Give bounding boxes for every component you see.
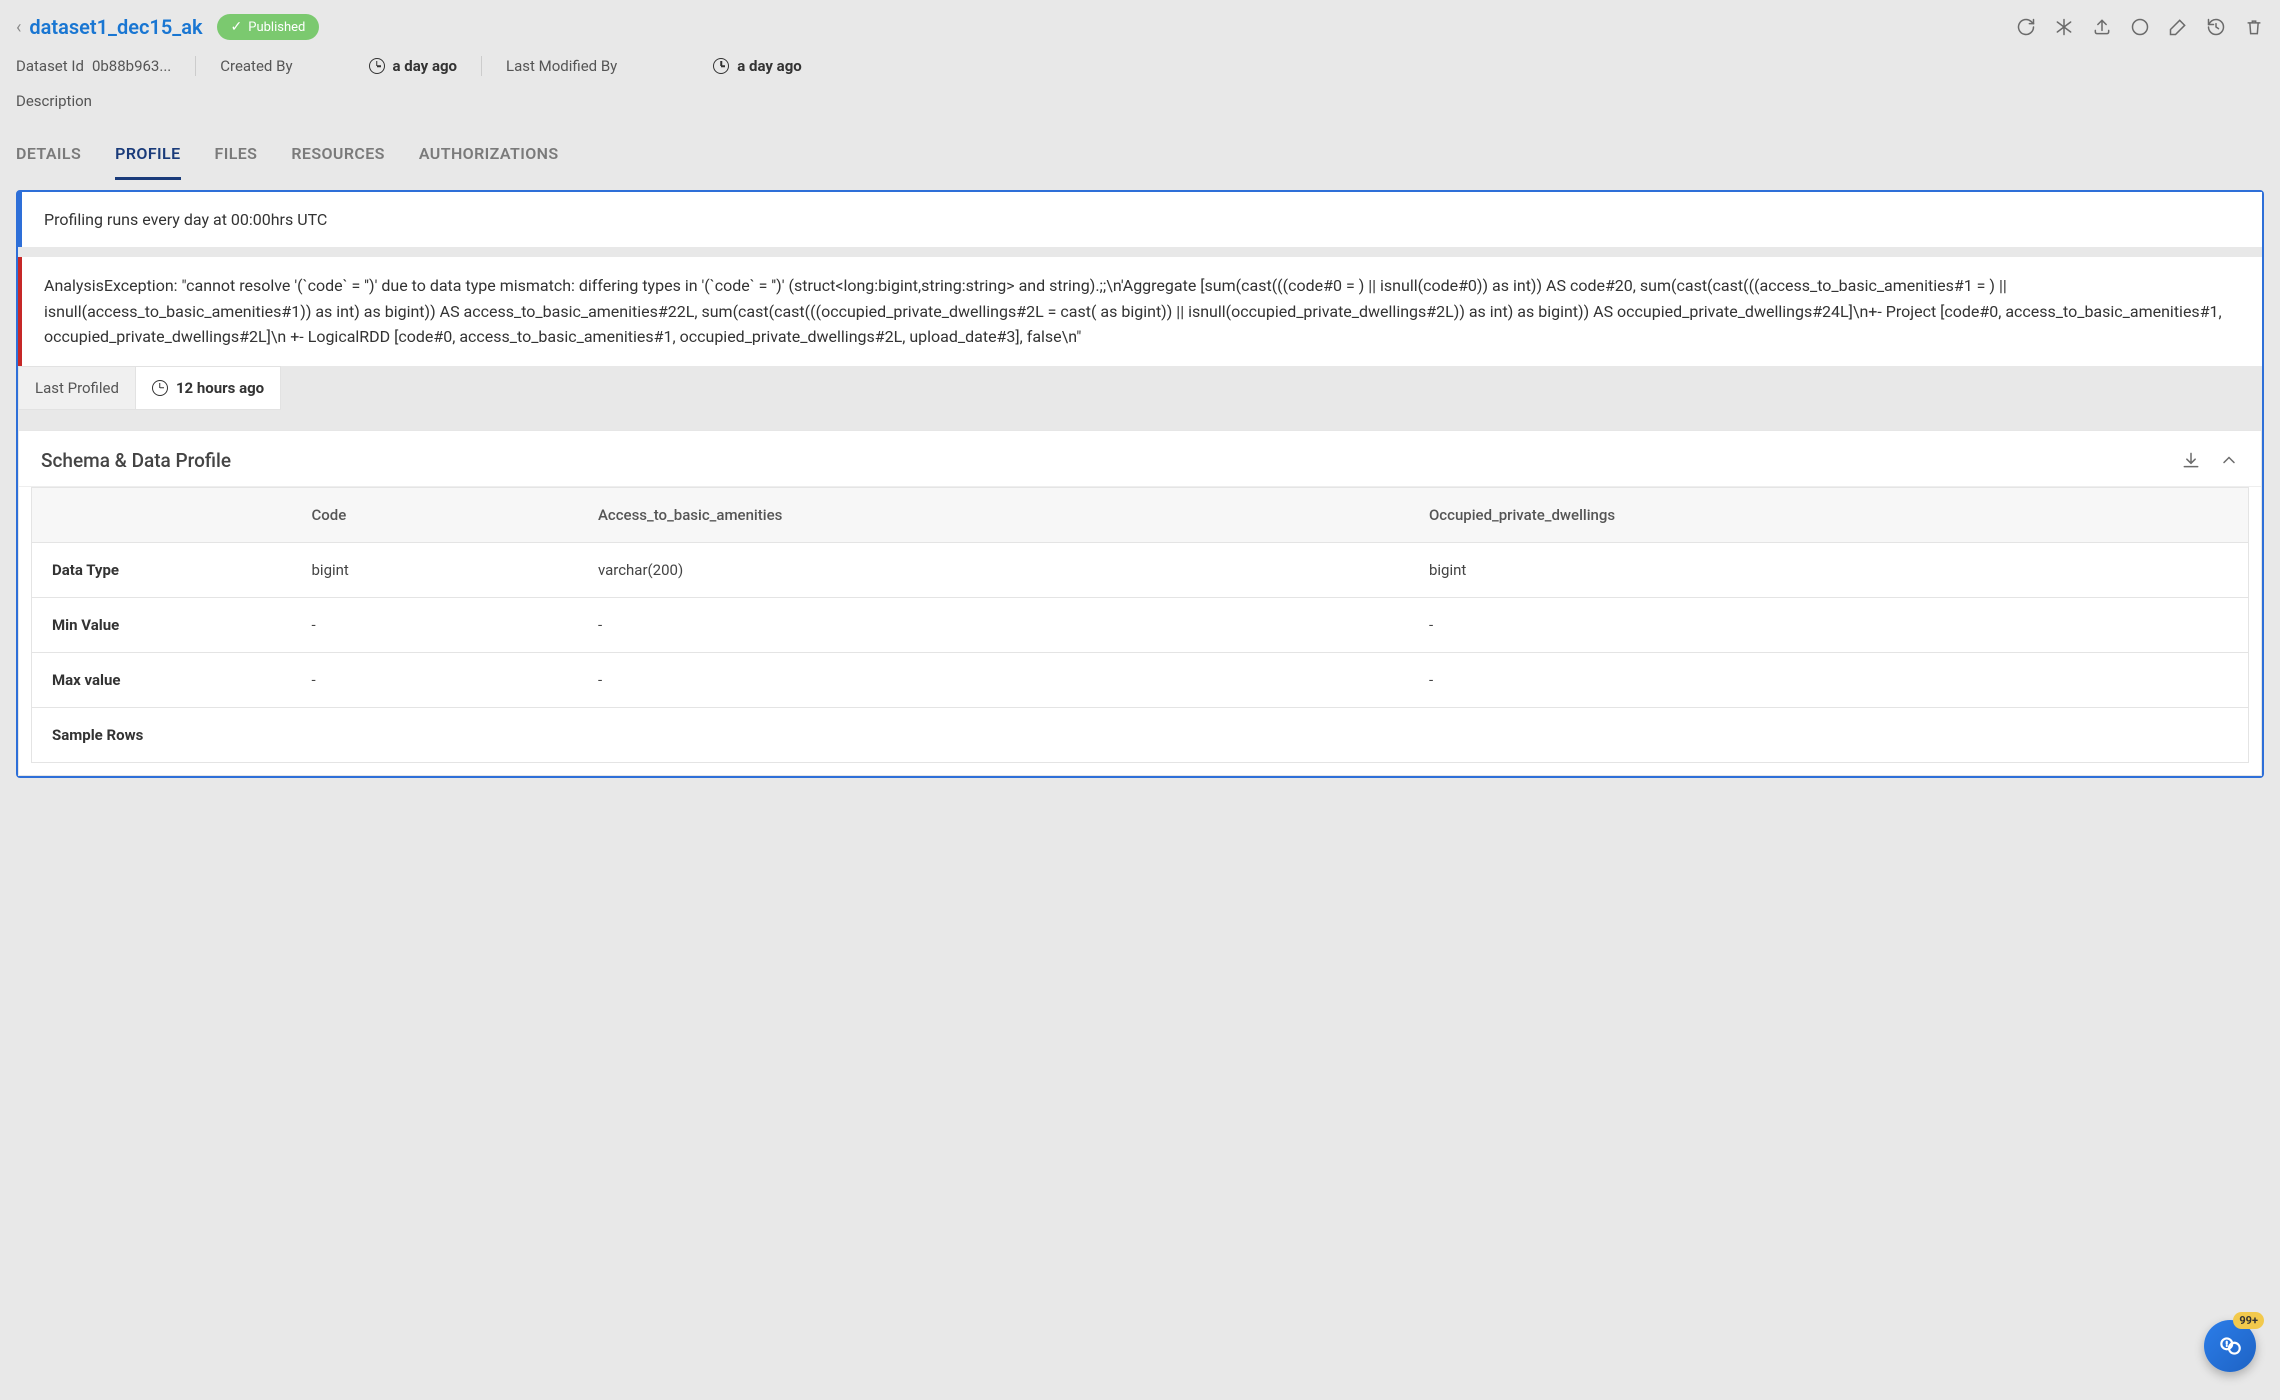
meta-divider (481, 56, 482, 76)
profiling-error-message: AnalysisException: "cannot resolve '(`co… (18, 257, 2262, 366)
last-modified-by-label: Last Modified By (506, 57, 617, 75)
profiling-schedule-notice: Profiling runs every day at 00:00hrs UTC (18, 192, 2262, 247)
table-row: Min Value - - - (32, 597, 2249, 652)
last-profiled-label: Last Profiled (18, 366, 136, 410)
table-row: Max value - - - (32, 652, 2249, 707)
cell: - (292, 652, 578, 707)
last-profiled-ago: 12 hours ago (176, 379, 264, 397)
dataset-id-field: Dataset Id 0b88b963... (16, 57, 171, 75)
history-icon[interactable] (2206, 17, 2226, 37)
cell: - (1409, 597, 2249, 652)
circle-icon[interactable] (2130, 17, 2150, 37)
table-row: Data Type bigint varchar(200) bigint (32, 542, 2249, 597)
created-by-label: Created By (220, 57, 292, 75)
delete-icon[interactable] (2244, 17, 2264, 37)
description-label: Description (16, 92, 92, 110)
edit-icon[interactable] (2168, 17, 2188, 37)
created-by-field: Created By a day ago (220, 57, 457, 75)
clock-icon (152, 380, 168, 396)
cell: varchar(200) (578, 542, 1409, 597)
last-modified-by-field: Last Modified By a day ago (506, 57, 802, 75)
table-header-row: Code Access_to_basic_amenities Occupied_… (32, 487, 2249, 542)
cell (1409, 707, 2249, 762)
table-header-occupied: Occupied_private_dwellings (1409, 487, 2249, 542)
cell: - (578, 597, 1409, 652)
created-ago: a day ago (393, 57, 457, 75)
refresh-icon[interactable] (2016, 17, 2036, 37)
published-badge: ✓ Published (217, 14, 320, 40)
help-button[interactable]: 99+ (2204, 1320, 2256, 1372)
clock-icon (369, 58, 385, 74)
download-icon[interactable] (2181, 450, 2201, 470)
schema-title: Schema & Data Profile (41, 449, 231, 472)
collapse-icon[interactable] (2219, 450, 2239, 470)
table-header-code: Code (292, 487, 578, 542)
table-row: Sample Rows (32, 707, 2249, 762)
profile-panel: Profiling runs every day at 00:00hrs UTC… (16, 190, 2264, 778)
row-label: Max value (32, 652, 292, 707)
cell: - (292, 597, 578, 652)
row-label: Min Value (32, 597, 292, 652)
meta-divider (195, 56, 196, 76)
dataset-title[interactable]: dataset1_dec15_ak (29, 15, 202, 39)
schema-table: Code Access_to_basic_amenities Occupied_… (31, 487, 2249, 763)
upload-icon[interactable] (2092, 17, 2112, 37)
cell: - (1409, 652, 2249, 707)
clock-icon (713, 58, 729, 74)
tab-resources[interactable]: RESOURCES (291, 144, 385, 180)
help-badge: 99+ (2233, 1312, 2264, 1329)
back-button[interactable]: ‹ (16, 17, 21, 38)
tab-profile[interactable]: PROFILE (115, 144, 180, 180)
cell (578, 707, 1409, 762)
row-label: Data Type (32, 542, 292, 597)
cell: bigint (292, 542, 578, 597)
tab-details[interactable]: DETAILS (16, 144, 81, 180)
tools-icon[interactable] (2054, 17, 2074, 37)
published-label: Published (248, 20, 305, 35)
cell: bigint (1409, 542, 2249, 597)
dataset-id-label: Dataset Id (16, 57, 84, 75)
last-modified-ago: a day ago (737, 57, 801, 75)
cell (292, 707, 578, 762)
tab-authorizations[interactable]: AUTHORIZATIONS (419, 144, 559, 180)
last-profiled-value: 12 hours ago (136, 366, 281, 410)
cell: - (578, 652, 1409, 707)
table-header-blank (32, 487, 292, 542)
table-header-access: Access_to_basic_amenities (578, 487, 1409, 542)
check-icon: ✓ (231, 19, 243, 35)
row-label: Sample Rows (32, 707, 292, 762)
dataset-id-value: 0b88b963... (92, 57, 171, 75)
tab-files[interactable]: FILES (215, 144, 258, 180)
